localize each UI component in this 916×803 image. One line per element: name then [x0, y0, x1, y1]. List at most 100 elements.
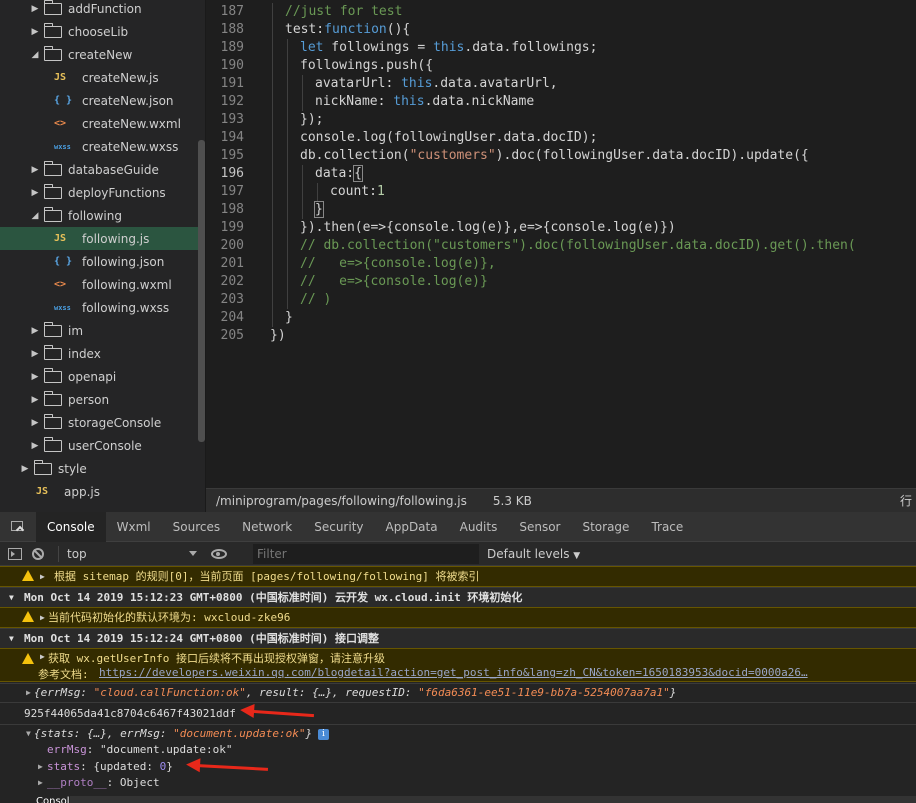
- code-line[interactable]: 190 followings.push({: [206, 57, 916, 75]
- tree-item-style[interactable]: ▶ style: [0, 457, 200, 480]
- sidebar-scrollbar[interactable]: [198, 140, 205, 442]
- chevron-right-icon[interactable]: ▶: [30, 27, 40, 37]
- code-line[interactable]: 202 // e=>{console.log(e)}: [206, 273, 916, 291]
- chevron-right-icon[interactable]: ▶: [30, 441, 40, 451]
- chevron-right-icon[interactable]: ▶: [30, 326, 40, 336]
- tree-item-label: chooseLib: [68, 24, 129, 39]
- tab-appdata[interactable]: AppData: [375, 512, 449, 542]
- info-icon[interactable]: i: [318, 729, 329, 740]
- tree-item-app-js[interactable]: JS app.js: [0, 480, 200, 503]
- code-text: });: [300, 112, 324, 127]
- line-number: 204: [220, 310, 244, 325]
- tree-item-databaseguide[interactable]: ▶ databaseGuide: [0, 158, 200, 181]
- drawer-console-tab[interactable]: Console: [0, 796, 70, 803]
- code-line[interactable]: 189 let followings = this.data.followings…: [206, 39, 916, 57]
- indent-guide: [302, 75, 303, 93]
- tab-network[interactable]: Network: [231, 512, 303, 542]
- tree-item-userconsole[interactable]: ▶ userConsole: [0, 434, 200, 457]
- code-line[interactable]: 203 // ): [206, 291, 916, 309]
- code-line[interactable]: 194 console.log(followingUser.data.docID)…: [206, 129, 916, 147]
- tree-item-person[interactable]: ▶ person: [0, 388, 200, 411]
- indent-guide: [302, 165, 303, 183]
- indent-guide: [272, 111, 273, 129]
- warning-icon: [22, 653, 34, 664]
- tree-item-following-json[interactable]: { } following.json: [0, 250, 200, 273]
- tree-item-im[interactable]: ▶ im: [0, 319, 200, 342]
- log-text: }: [305, 727, 313, 740]
- tab-wxml[interactable]: Wxml: [106, 512, 162, 542]
- code-line[interactable]: 196 data:{: [206, 165, 916, 183]
- tab-sensor[interactable]: Sensor: [508, 512, 571, 542]
- context-select[interactable]: top: [67, 547, 197, 561]
- code-line[interactable]: 191 avatarUrl: this.data.avatarUrl,: [206, 75, 916, 93]
- chevron-down-icon[interactable]: ◢: [30, 211, 40, 221]
- chevron-down-icon[interactable]: ◢: [30, 50, 40, 60]
- tab-trace[interactable]: Trace: [640, 512, 694, 542]
- tree-item-storageconsole[interactable]: ▶ storageConsole: [0, 411, 200, 434]
- tree-item-createnew-js[interactable]: JS createNew.js: [0, 66, 200, 89]
- code-line[interactable]: 200 // db.collection("customers").doc(fol…: [206, 237, 916, 255]
- tree-item-openapi[interactable]: ▶ openapi: [0, 365, 200, 388]
- sidebar-toggle-icon[interactable]: [8, 547, 22, 560]
- tree-item-createnew-json[interactable]: { } createNew.json: [0, 89, 200, 112]
- code-editor[interactable]: 187 //just for test 188 test:function(){189…: [206, 0, 916, 488]
- chevron-right-icon[interactable]: ▶: [30, 188, 40, 198]
- code-line[interactable]: 187 //just for test: [206, 3, 916, 21]
- tree-item-following[interactable]: ◢ following: [0, 204, 200, 227]
- code-line[interactable]: 192 nickName: this.data.nickName: [206, 93, 916, 111]
- collapse-arrow-icon[interactable]: ▼: [9, 629, 14, 648]
- chevron-right-icon[interactable]: ▶: [30, 349, 40, 359]
- chevron-right-icon[interactable]: ▶: [30, 165, 40, 175]
- expand-arrow-icon[interactable]: ▶: [38, 762, 43, 771]
- tree-item-following-js[interactable]: JS following.js: [0, 227, 200, 250]
- code-line[interactable]: 197 count:1: [206, 183, 916, 201]
- tab-console[interactable]: Console: [36, 511, 106, 542]
- collapse-arrow-icon[interactable]: ▼: [9, 588, 14, 607]
- chevron-right-icon[interactable]: ▶: [30, 372, 40, 382]
- clear-console-icon[interactable]: [32, 547, 44, 560]
- expand-arrow-icon[interactable]: ▶: [40, 652, 45, 661]
- log-levels-select[interactable]: Default levels ▼: [487, 547, 580, 561]
- chevron-right-icon[interactable]: ▶: [30, 418, 40, 428]
- expand-arrow-icon[interactable]: ▶: [40, 608, 45, 627]
- inspect-element-icon[interactable]: [0, 512, 36, 542]
- tree-item-following-wxss[interactable]: wxss following.wxss: [0, 296, 200, 319]
- tree-item-addfunction[interactable]: ▶ addFunction: [0, 0, 200, 20]
- tree-item-createnew-wxml[interactable]: <> createNew.wxml: [0, 112, 200, 135]
- code-line[interactable]: 198}: [206, 201, 916, 219]
- tree-item-deployfunctions[interactable]: ▶ deployFunctions: [0, 181, 200, 204]
- code-text: }).then(e=>{console.log(e)},e=>{console.…: [300, 220, 676, 235]
- expand-arrow-icon[interactable]: ▶: [38, 778, 43, 787]
- console-group[interactable]: ▼ Mon Oct 14 2019 15:12:24 GMT+0800 (中国标…: [0, 628, 916, 648]
- code-line[interactable]: 199}).then(e=>{console.log(e)},e=>{conso…: [206, 219, 916, 237]
- chevron-right-icon[interactable]: ▶: [20, 464, 30, 474]
- reference-link[interactable]: https://developers.weixin.qq.com/blogdet…: [99, 666, 808, 679]
- code-line[interactable]: 204}: [206, 309, 916, 327]
- tab-security[interactable]: Security: [303, 512, 374, 542]
- tab-audits[interactable]: Audits: [449, 512, 509, 542]
- tree-item-createnew-wxss[interactable]: wxss createNew.wxss: [0, 135, 200, 158]
- collapse-arrow-icon[interactable]: ▼: [26, 729, 31, 738]
- code-line[interactable]: 201 // e=>{console.log(e)},: [206, 255, 916, 273]
- tab-sources[interactable]: Sources: [162, 512, 231, 542]
- tree-item-index[interactable]: ▶ index: [0, 342, 200, 365]
- code-line[interactable]: 205}): [206, 327, 916, 345]
- eye-icon[interactable]: [211, 548, 227, 559]
- chevron-right-icon[interactable]: ▶: [30, 395, 40, 405]
- code-line[interactable]: 193});: [206, 111, 916, 129]
- tab-storage[interactable]: Storage: [571, 512, 640, 542]
- chevron-right-icon[interactable]: ▶: [30, 4, 40, 14]
- folder-icon: [44, 321, 62, 337]
- console-filter-input[interactable]: [253, 544, 479, 564]
- console-log-row[interactable]: ▶ {errMsg: "cloud.callFunction:ok", resu…: [0, 683, 916, 702]
- expand-arrow-icon[interactable]: ▶: [26, 684, 31, 702]
- console-group[interactable]: ▼ Mon Oct 14 2019 15:12:23 GMT+0800 (中国标…: [0, 587, 916, 607]
- code-line[interactable]: 188 test:function(){: [206, 21, 916, 39]
- expand-arrow-icon[interactable]: ▶: [40, 567, 45, 586]
- tree-item-chooselib[interactable]: ▶ chooseLib: [0, 20, 200, 43]
- console-object-tree[interactable]: ▼ {stats: {…}, errMsg: "document.update:…: [0, 724, 916, 803]
- code-line[interactable]: 195 db.collection("customers").doc(follow…: [206, 147, 916, 165]
- tree-item-createnew[interactable]: ◢ createNew: [0, 43, 200, 66]
- log-text: , result: {…}, requestID:: [245, 686, 419, 699]
- tree-item-following-wxml[interactable]: <> following.wxml: [0, 273, 200, 296]
